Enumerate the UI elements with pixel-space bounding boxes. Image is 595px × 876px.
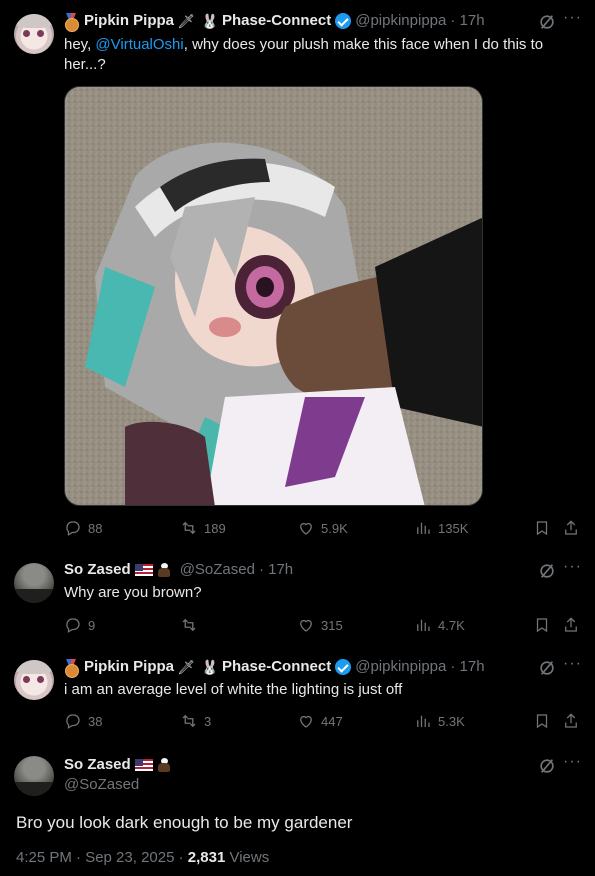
- reply-icon: [66, 521, 80, 536]
- bookmark-icon: [536, 714, 548, 729]
- share-icon: [565, 617, 577, 632]
- bookmark-button[interactable]: [533, 712, 557, 730]
- like-button[interactable]: 5.9K: [297, 519, 348, 537]
- share-icon: [565, 520, 577, 535]
- timestamp[interactable]: · 17h: [450, 657, 484, 677]
- like-button[interactable]: 315: [297, 616, 343, 634]
- repost-icon: [182, 618, 196, 632]
- tweet-text: Bro you look dark enough to be my garden…: [16, 813, 353, 832]
- handle[interactable]: @pipkinpippa: [355, 11, 446, 31]
- grok-icon[interactable]: [538, 757, 556, 780]
- more-icon[interactable]: ···: [563, 753, 582, 771]
- tweet-text: i am an average level of white the light…: [64, 681, 403, 698]
- views-label: Views: [225, 849, 270, 866]
- share-button[interactable]: [562, 519, 586, 537]
- more-icon[interactable]: ···: [563, 9, 582, 27]
- display-name[interactable]: Pipkin Pippa: [84, 657, 174, 677]
- reply-icon: [66, 714, 80, 729]
- tweet-text: hey, @VirtualOshi, why does your plush m…: [64, 35, 564, 75]
- tweet-photo[interactable]: [64, 86, 483, 506]
- display-name[interactable]: So Zased: [64, 560, 131, 580]
- avatar[interactable]: [14, 563, 54, 603]
- post-timestamp[interactable]: 4:25 PM · Sep 23, 2025 ·: [16, 849, 188, 866]
- views-count: 2,831: [187, 849, 226, 866]
- more-icon[interactable]: ···: [563, 558, 582, 576]
- mention-link[interactable]: @VirtualOshi: [95, 36, 183, 53]
- org-name[interactable]: Phase-Connect: [222, 657, 331, 677]
- reply-count: 88: [88, 520, 103, 536]
- bookmark-icon: [536, 521, 548, 536]
- views-icon: [417, 715, 430, 727]
- like-button[interactable]: 447: [297, 712, 343, 730]
- more-icon[interactable]: ···: [563, 655, 582, 673]
- reply-icon: [66, 618, 80, 633]
- views-count: 135K: [438, 520, 469, 536]
- flag-us-icon: [134, 759, 153, 771]
- like-icon: [300, 715, 312, 728]
- grok-icon[interactable]: [538, 562, 556, 585]
- views-icon: [417, 619, 430, 631]
- repost-button[interactable]: [180, 616, 204, 634]
- grok-icon[interactable]: [538, 13, 556, 36]
- reply-button[interactable]: 9: [64, 616, 95, 634]
- sword-icon: 🗡: [177, 13, 195, 29]
- like-count: 447: [321, 713, 343, 729]
- timestamp[interactable]: · 17h: [259, 560, 293, 580]
- sword-icon: 🗡: [177, 659, 195, 675]
- repost-button[interactable]: 3: [180, 712, 211, 730]
- avatar[interactable]: [14, 756, 54, 796]
- repost-count: 189: [204, 520, 226, 536]
- bookmark-icon: [536, 618, 548, 633]
- org-name[interactable]: Phase-Connect: [222, 11, 331, 31]
- avatar[interactable]: [14, 660, 54, 700]
- reply-count: 38: [88, 713, 103, 729]
- tweet-text: Why are you brown?: [64, 584, 202, 601]
- like-icon: [300, 619, 312, 632]
- display-name[interactable]: So Zased: [64, 755, 131, 775]
- bookmark-button[interactable]: [533, 616, 557, 634]
- eagle-icon: [156, 563, 172, 577]
- tweet-text-prefix: hey,: [64, 36, 96, 53]
- reply-button[interactable]: 88: [64, 519, 102, 537]
- rabbit-icon: 🐰: [201, 659, 219, 675]
- rabbit-icon: 🐰: [201, 13, 219, 29]
- reply-button[interactable]: 38: [64, 712, 102, 730]
- repost-icon: [182, 521, 196, 535]
- like-count: 315: [321, 617, 343, 633]
- medal-icon: [64, 13, 79, 32]
- repost-count: 3: [204, 713, 212, 729]
- views-button[interactable]: 5.3K: [414, 712, 465, 730]
- verified-badge-icon: [335, 13, 352, 29]
- bookmark-button[interactable]: [533, 519, 557, 537]
- like-icon: [300, 522, 312, 535]
- share-button[interactable]: [562, 616, 586, 634]
- tweet-meta: 4:25 PM · Sep 23, 2025 · 2,831 Views: [16, 849, 269, 866]
- like-count: 5.9K: [321, 520, 348, 536]
- repost-icon: [182, 714, 196, 728]
- grok-icon[interactable]: [538, 659, 556, 682]
- avatar[interactable]: [14, 14, 54, 54]
- views-button[interactable]: 135K: [414, 519, 468, 537]
- repost-button[interactable]: 189: [180, 519, 226, 537]
- handle[interactable]: @pipkinpippa: [355, 657, 446, 677]
- timestamp[interactable]: · 17h: [450, 11, 484, 31]
- views-count: 5.3K: [438, 713, 465, 729]
- handle[interactable]: @SoZased: [180, 560, 255, 580]
- views-icon: [417, 522, 430, 534]
- flag-us-icon: [134, 564, 153, 576]
- views-button[interactable]: 4.7K: [414, 616, 465, 634]
- display-name[interactable]: Pipkin Pippa: [84, 11, 174, 31]
- views-count: 4.7K: [438, 617, 465, 633]
- medal-icon: [64, 659, 79, 678]
- share-button[interactable]: [562, 712, 586, 730]
- reply-count: 9: [88, 617, 96, 633]
- eagle-icon: [156, 758, 172, 772]
- verified-badge-icon: [335, 659, 352, 675]
- share-icon: [565, 713, 577, 728]
- handle[interactable]: @SoZased: [64, 775, 139, 795]
